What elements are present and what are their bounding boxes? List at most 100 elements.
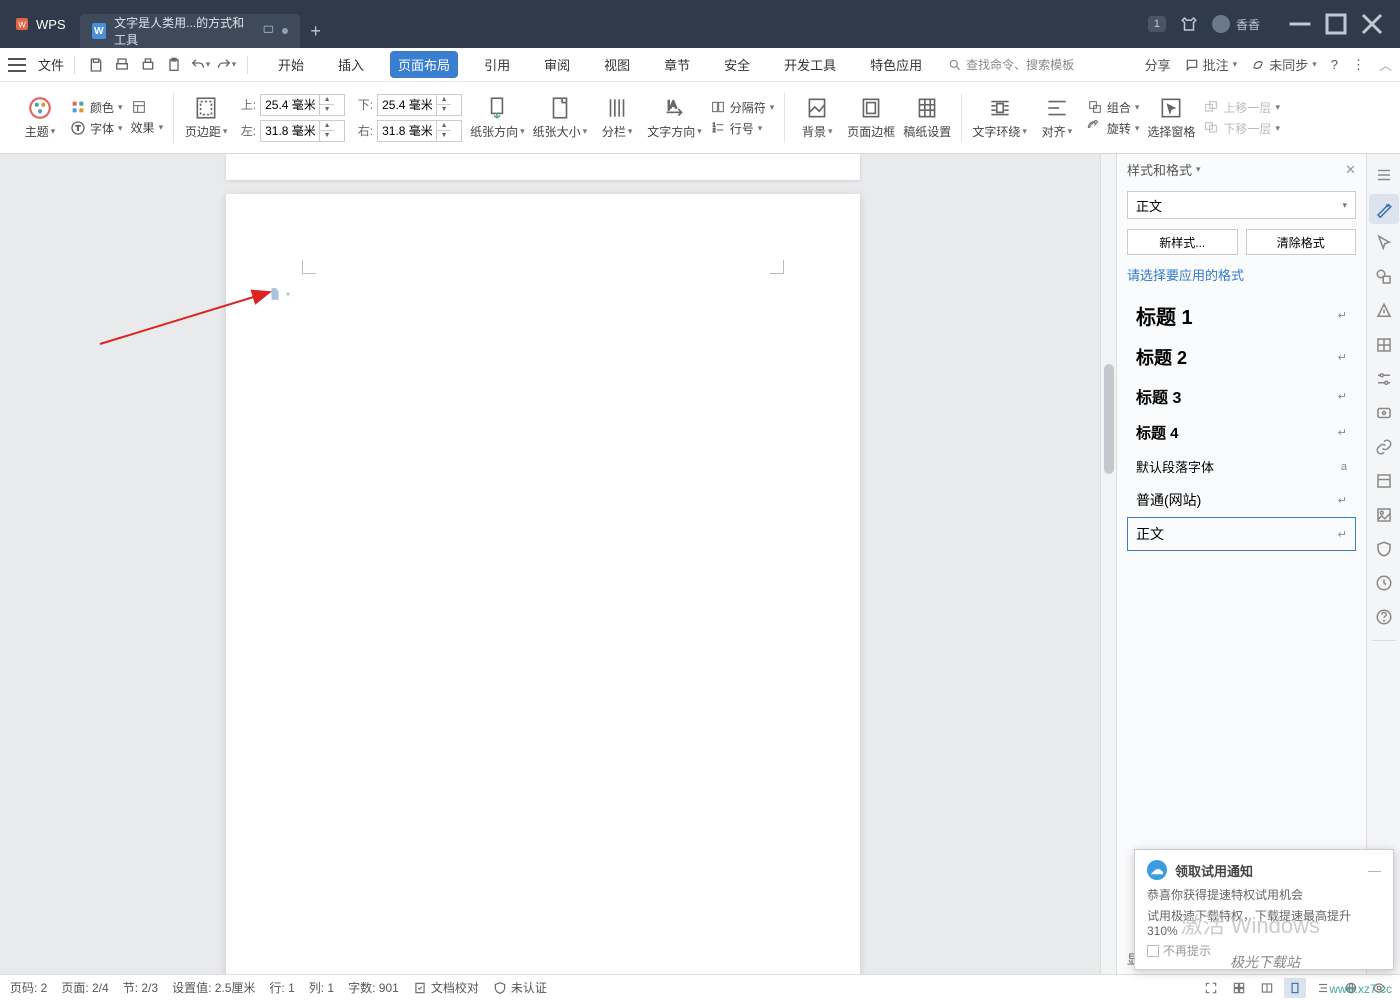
ribbon-tab-5[interactable]: 视图: [596, 51, 638, 78]
ribbon-tab-2[interactable]: 页面布局: [390, 51, 458, 78]
wps-logo[interactable]: W WPS: [0, 0, 80, 48]
style-item[interactable]: 标题 3↵: [1127, 377, 1356, 415]
sync-button[interactable]: 未同步▾: [1251, 55, 1317, 74]
text-wrap-button[interactable]: 文字环绕▾: [972, 95, 1027, 140]
margin-bottom-input[interactable]: ▲▼: [377, 94, 462, 116]
rail-backup-icon[interactable]: [1369, 398, 1399, 428]
new-tab-button[interactable]: +: [300, 21, 332, 42]
rail-collapse-icon[interactable]: [1369, 160, 1399, 190]
site-url-watermark: www.xz7.cc: [1329, 982, 1392, 996]
skin-icon[interactable]: [1180, 15, 1198, 33]
status-page[interactable]: 页面: 2/4: [61, 979, 108, 996]
theme-button[interactable]: 主题▾: [18, 95, 62, 140]
ribbon-tab-3[interactable]: 引用: [476, 51, 518, 78]
rotate-button[interactable]: 旋转▾: [1087, 120, 1140, 137]
separator-button[interactable]: 分隔符▾: [710, 99, 775, 116]
columns-button[interactable]: 分栏▾: [595, 95, 639, 140]
rail-styles-icon[interactable]: [1369, 194, 1399, 224]
margins-button[interactable]: 页边距▾: [184, 95, 228, 140]
rail-shapes-icon[interactable]: [1369, 262, 1399, 292]
document-canvas[interactable]: ▾: [0, 154, 1100, 974]
annotate-button[interactable]: 批注▾: [1185, 55, 1238, 74]
line-number-button[interactable]: 12行号▾: [710, 120, 775, 137]
print-preview-icon[interactable]: [111, 54, 133, 76]
manuscript-button[interactable]: 稿纸设置: [903, 95, 951, 140]
align-button[interactable]: 对齐▾: [1035, 95, 1079, 140]
paper-size-button[interactable]: 纸张大小▾: [533, 95, 588, 140]
ribbon-tab-1[interactable]: 插入: [330, 51, 372, 78]
help-icon[interactable]: ?: [1331, 57, 1338, 72]
document-tab[interactable]: W 文字是人类用...的方式和工具: [80, 14, 300, 48]
selection-pane-button[interactable]: 选择窗格: [1147, 95, 1195, 140]
ribbon-tab-7[interactable]: 安全: [716, 51, 758, 78]
share-button[interactable]: 分享: [1145, 55, 1171, 74]
rail-select-icon[interactable]: [1369, 228, 1399, 258]
ribbon-tab-8[interactable]: 开发工具: [776, 51, 844, 78]
status-proof[interactable]: 文档校对: [413, 979, 479, 996]
redo-icon[interactable]: ▾: [215, 54, 237, 76]
rail-table-icon[interactable]: [1369, 330, 1399, 360]
theme-font-button[interactable]: T字体▾: [70, 120, 123, 137]
file-menu[interactable]: 文件: [38, 55, 64, 74]
notif-badge[interactable]: 1: [1148, 16, 1166, 32]
clipboard-icon[interactable]: [163, 54, 185, 76]
minimize-button[interactable]: [1282, 9, 1318, 39]
rail-limit-icon[interactable]: [1369, 296, 1399, 326]
panel-close-icon[interactable]: ✕: [1345, 162, 1356, 178]
ribbon-tab-6[interactable]: 章节: [656, 51, 698, 78]
maximize-button[interactable]: [1318, 9, 1354, 39]
view-grid-icon[interactable]: [1228, 978, 1250, 998]
undo-icon[interactable]: ▾: [189, 54, 211, 76]
clear-format-button[interactable]: 清除格式: [1246, 229, 1357, 255]
rail-layout-icon[interactable]: [1369, 466, 1399, 496]
theme-effect-button[interactable]: 效果▾: [131, 119, 164, 136]
view-fullscreen-icon[interactable]: [1200, 978, 1222, 998]
user-menu[interactable]: 香香: [1212, 15, 1260, 33]
margin-top-input[interactable]: ▲▼: [260, 94, 345, 116]
status-section[interactable]: 节: 2/3: [123, 979, 158, 996]
margin-left-input[interactable]: ▲▼: [260, 120, 345, 142]
print-icon[interactable]: [137, 54, 159, 76]
command-search[interactable]: 查找命令、搜索模板: [948, 56, 1074, 73]
style-item[interactable]: 正文↵: [1127, 517, 1356, 551]
status-position[interactable]: 设置值: 2.5厘米: [172, 979, 255, 996]
page-border-button[interactable]: 页面边框: [847, 95, 895, 140]
notif-close-icon[interactable]: —: [1368, 863, 1381, 878]
view-read-icon[interactable]: [1256, 978, 1278, 998]
rail-image-icon[interactable]: [1369, 500, 1399, 530]
ribbon-tab-9[interactable]: 特色应用: [862, 51, 930, 78]
style-item[interactable]: 标题 4↵: [1127, 415, 1356, 450]
status-pagecode[interactable]: 页码: 2: [10, 979, 47, 996]
style-item[interactable]: 默认段落字体a: [1127, 450, 1356, 483]
orientation-button[interactable]: 纸张方向▾: [470, 95, 525, 140]
rail-help-icon[interactable]: [1369, 602, 1399, 632]
new-style-button[interactable]: 新样式...: [1127, 229, 1238, 255]
view-page-icon[interactable]: [1284, 978, 1306, 998]
ribbon-tab-0[interactable]: 开始: [270, 51, 312, 78]
rail-link-icon[interactable]: [1369, 432, 1399, 462]
save-icon[interactable]: [85, 54, 107, 76]
ribbon-tab-4[interactable]: 审阅: [536, 51, 578, 78]
rail-security-icon[interactable]: [1369, 534, 1399, 564]
hamburger-icon[interactable]: [8, 58, 26, 72]
status-cert[interactable]: 未认证: [493, 979, 547, 996]
collapse-ribbon-icon[interactable]: ︿: [1379, 55, 1392, 74]
layout-icon[interactable]: [131, 99, 164, 115]
theme-color-button[interactable]: 颜色▾: [70, 99, 123, 116]
background-button[interactable]: 背景▾: [795, 95, 839, 140]
more-icon[interactable]: ⋮: [1352, 57, 1365, 73]
rail-settings-icon[interactable]: [1369, 364, 1399, 394]
margin-right-input[interactable]: ▲▼: [377, 120, 462, 142]
style-item[interactable]: 普通(网站)↵: [1127, 483, 1356, 517]
style-item[interactable]: 标题 1↵: [1127, 294, 1356, 337]
group-button[interactable]: 组合▾: [1087, 99, 1140, 116]
style-item[interactable]: 标题 2↵: [1127, 337, 1356, 377]
rail-history-icon[interactable]: [1369, 568, 1399, 598]
text-direction-button[interactable]: |A 文字方向▾: [647, 95, 702, 140]
current-style-select[interactable]: 正文▾: [1127, 191, 1356, 219]
status-words[interactable]: 字数: 901: [348, 979, 399, 996]
scroll-thumb[interactable]: [1104, 364, 1114, 474]
close-button[interactable]: [1354, 9, 1390, 39]
vertical-scrollbar[interactable]: [1100, 154, 1116, 974]
document-page[interactable]: ▾: [226, 194, 860, 974]
